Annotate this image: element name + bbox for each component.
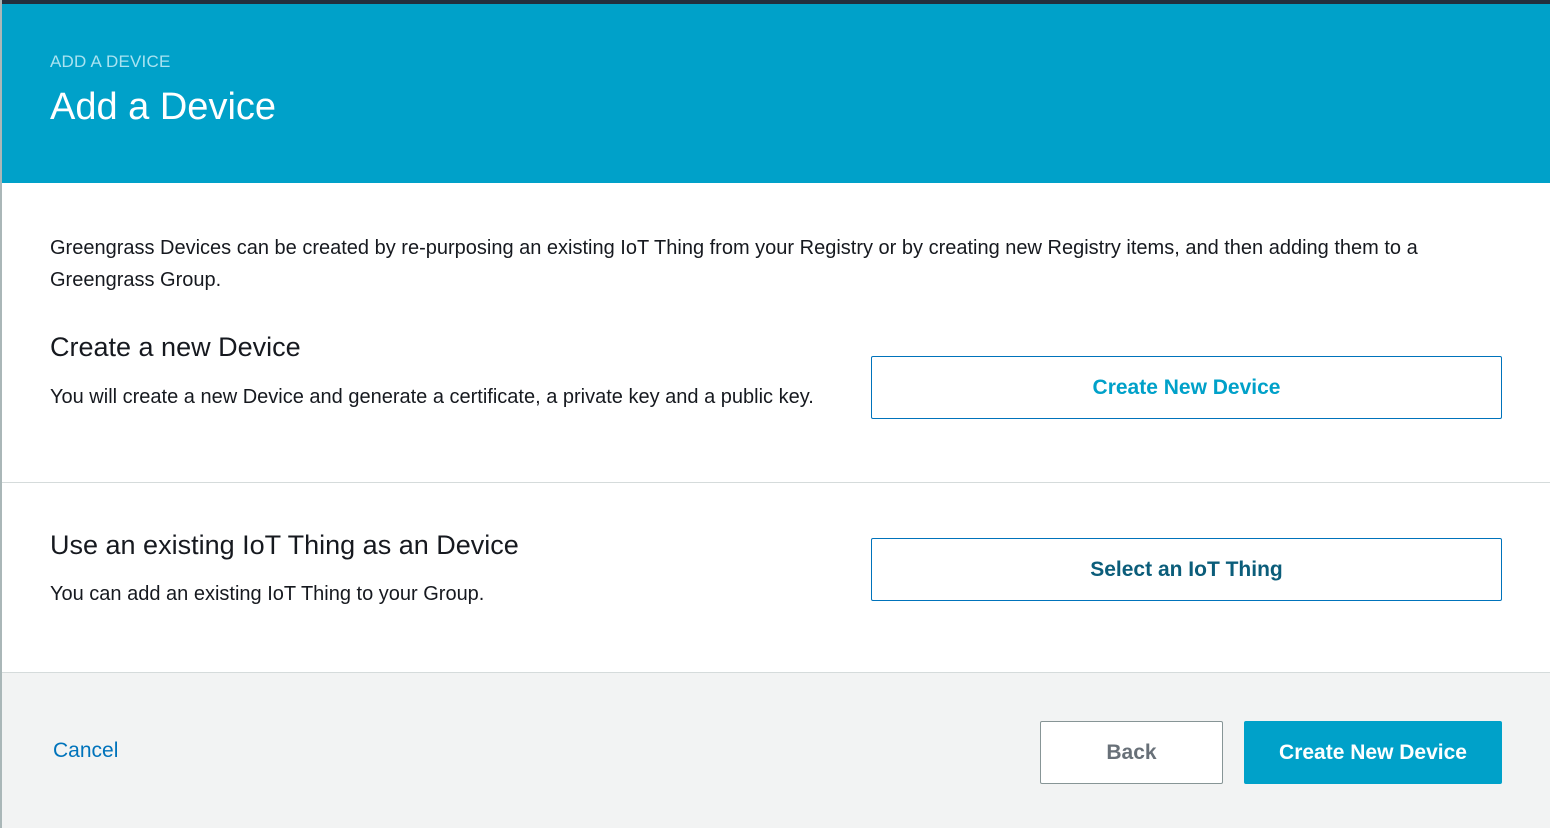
page-header: ADD A DEVICE Add a Device xyxy=(2,4,1550,183)
page-title: Add a Device xyxy=(50,86,277,128)
breadcrumb: ADD A DEVICE xyxy=(50,52,171,71)
select-iot-thing-button[interactable]: Select an IoT Thing xyxy=(871,538,1502,601)
footer-bar: Cancel Back Create New Device xyxy=(2,673,1550,828)
section-divider xyxy=(2,482,1550,483)
back-button[interactable]: Back xyxy=(1040,721,1223,784)
create-new-device-primary-button[interactable]: Create New Device xyxy=(1244,721,1502,784)
existing-thing-title: Use an existing IoT Thing as an Device xyxy=(50,530,519,560)
create-device-title: Create a new Device xyxy=(50,332,301,362)
cancel-link[interactable]: Cancel xyxy=(53,739,118,763)
create-new-device-button[interactable]: Create New Device xyxy=(871,356,1502,419)
intro-text: Greengrass Devices can be created by re-… xyxy=(50,237,1418,291)
existing-thing-description: You can add an existing IoT Thing to you… xyxy=(50,583,485,605)
create-device-description: You will create a new Device and generat… xyxy=(50,386,814,408)
